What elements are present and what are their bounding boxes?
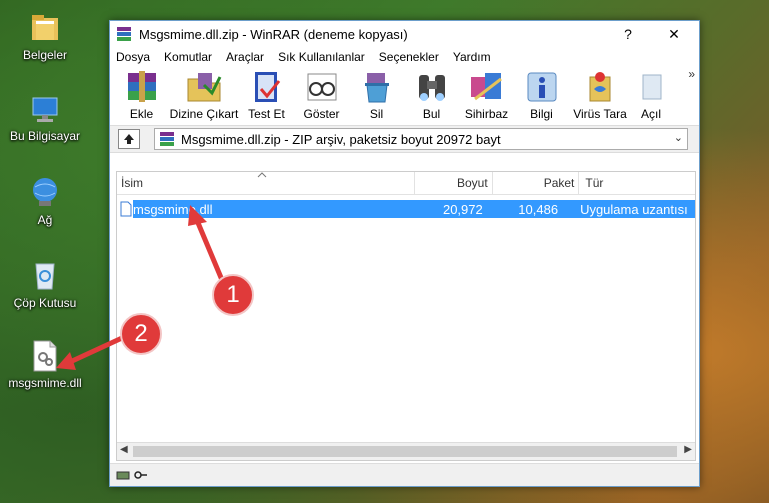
annotation-badge-1: 1	[212, 274, 254, 316]
address-bar: Msgsmime.dll.zip - ZIP arşiv, paketsiz b…	[110, 125, 699, 153]
folder-icon	[32, 15, 58, 40]
desktop-icon-documents[interactable]: Belgeler	[0, 10, 90, 62]
close-button[interactable]: ✕	[655, 21, 693, 47]
table-row[interactable]: msgsmime.dll 20,972 10,486 Uygulama uzan…	[133, 200, 695, 218]
recycle-bin-icon	[35, 263, 55, 290]
delete-icon	[364, 73, 389, 103]
desktop-icon-label: Belgeler	[22, 48, 68, 62]
wizard-button[interactable]: Sihirbaz	[459, 67, 514, 121]
menu-options[interactable]: Seçenekler	[379, 50, 439, 64]
file-list: İsim Boyut Paket Tür msgsmime.dll 20,972…	[116, 171, 696, 461]
view-label: Göster	[303, 107, 340, 121]
desktop-icon-label: Bu Bilgisayar	[9, 129, 81, 143]
dll-file-icon	[33, 340, 57, 372]
desktop-icon-dll-file[interactable]: msgsmime.dll	[0, 340, 90, 390]
view-icon	[307, 73, 336, 101]
info-icon	[527, 72, 556, 102]
desktop-icon-recycle-bin[interactable]: Çöp Kutusu	[0, 258, 90, 310]
find-icon	[418, 75, 445, 101]
extract-button[interactable]: Dizine Çıkart	[169, 67, 239, 121]
toolbar-overflow-chevron-icon[interactable]: »	[688, 67, 695, 81]
window-title: Msgsmime.dll.zip - WinRAR (deneme kopyas…	[139, 26, 408, 42]
test-label: Test Et	[248, 107, 285, 121]
file-list-header: İsim Boyut Paket Tür	[117, 172, 695, 195]
winrar-app-icon	[117, 27, 131, 41]
test-icon	[254, 72, 280, 102]
menu-bar: Dosya Komutlar Araçlar Sık Kullanılanlar…	[110, 47, 699, 67]
up-folder-button[interactable]	[118, 129, 140, 149]
desktop-icon-label: Ağ	[37, 213, 53, 227]
virus-scan-icon	[589, 72, 611, 102]
info-button[interactable]: Bilgi	[514, 67, 569, 121]
column-header-size[interactable]: Boyut	[415, 172, 493, 194]
file-packed-size: 10,486	[518, 201, 559, 217]
comment-button[interactable]: Açıl	[631, 67, 671, 121]
menu-file[interactable]: Dosya	[116, 50, 150, 64]
computer-icon	[32, 97, 58, 122]
chevron-down-icon[interactable]: ⌄	[674, 131, 683, 144]
test-button[interactable]: Test Et	[239, 67, 294, 121]
dll-file-icon	[120, 201, 132, 217]
archive-path-text: Msgsmime.dll.zip - ZIP arşiv, paketsiz b…	[181, 131, 501, 147]
file-name: msgsmime.dll	[133, 201, 213, 217]
annotation-badge-2: 2	[120, 313, 162, 355]
extract-icon	[187, 73, 222, 102]
drive-icon	[116, 471, 130, 480]
comment-icon	[642, 74, 662, 100]
add-button[interactable]: Ekle	[114, 67, 169, 121]
add-icon	[127, 71, 156, 102]
key-icon	[134, 471, 147, 479]
delete-label: Sil	[369, 107, 384, 121]
desktop-icon-label: msgsmime.dll	[8, 376, 82, 390]
title-bar[interactable]: Msgsmime.dll.zip - WinRAR (deneme kopyas…	[110, 21, 699, 47]
menu-tools[interactable]: Araçlar	[226, 50, 264, 64]
virus-scan-button[interactable]: Virüs Tara	[569, 67, 631, 121]
desktop-icon-this-pc[interactable]: Bu Bilgisayar	[0, 95, 90, 143]
scrollbar-thumb[interactable]	[133, 446, 677, 457]
wizard-label: Sihirbaz	[464, 107, 509, 121]
archive-path-field[interactable]: Msgsmime.dll.zip - ZIP arşiv, paketsiz b…	[154, 128, 688, 150]
find-button[interactable]: Bul	[404, 67, 459, 121]
virus-scan-label: Virüs Tara	[573, 107, 627, 121]
toolbar: Ekle Dizine Çıkart Test Et Göster Sil Bu…	[110, 67, 699, 125]
winrar-window: Msgsmime.dll.zip - WinRAR (deneme kopyas…	[109, 20, 700, 487]
extract-label: Dizine Çıkart	[169, 107, 239, 121]
column-header-packed[interactable]: Paket	[493, 172, 580, 194]
file-size: 20,972	[442, 201, 483, 217]
info-label: Bilgi	[530, 107, 553, 121]
status-bar	[110, 463, 699, 486]
desktop-icon-network[interactable]: Ağ	[0, 175, 90, 227]
find-label: Bul	[422, 107, 441, 121]
sort-arrow-icon	[257, 172, 267, 178]
horizontal-scrollbar[interactable]: ◀ ▶	[117, 442, 695, 460]
scroll-right-arrow-icon[interactable]: ▶	[684, 444, 692, 455]
menu-commands[interactable]: Komutlar	[164, 50, 212, 64]
file-type: Uygulama uzantısı	[580, 201, 688, 217]
desktop-icon-label: Çöp Kutusu	[13, 296, 77, 310]
comment-label: Açıl	[640, 107, 661, 121]
column-header-type[interactable]: Tür	[579, 172, 695, 194]
menu-help[interactable]: Yardım	[453, 50, 491, 64]
menu-favorites[interactable]: Sık Kullanılanlar	[278, 50, 365, 64]
network-icon	[33, 178, 57, 206]
add-label: Ekle	[129, 107, 154, 121]
help-button[interactable]: ?	[609, 21, 647, 47]
scroll-left-arrow-icon[interactable]: ◀	[120, 444, 128, 455]
up-arrow-icon	[124, 134, 134, 144]
delete-button[interactable]: Sil	[349, 67, 404, 121]
winrar-archive-icon	[160, 132, 174, 146]
view-button[interactable]: Göster	[294, 67, 349, 121]
wizard-icon	[470, 73, 502, 101]
